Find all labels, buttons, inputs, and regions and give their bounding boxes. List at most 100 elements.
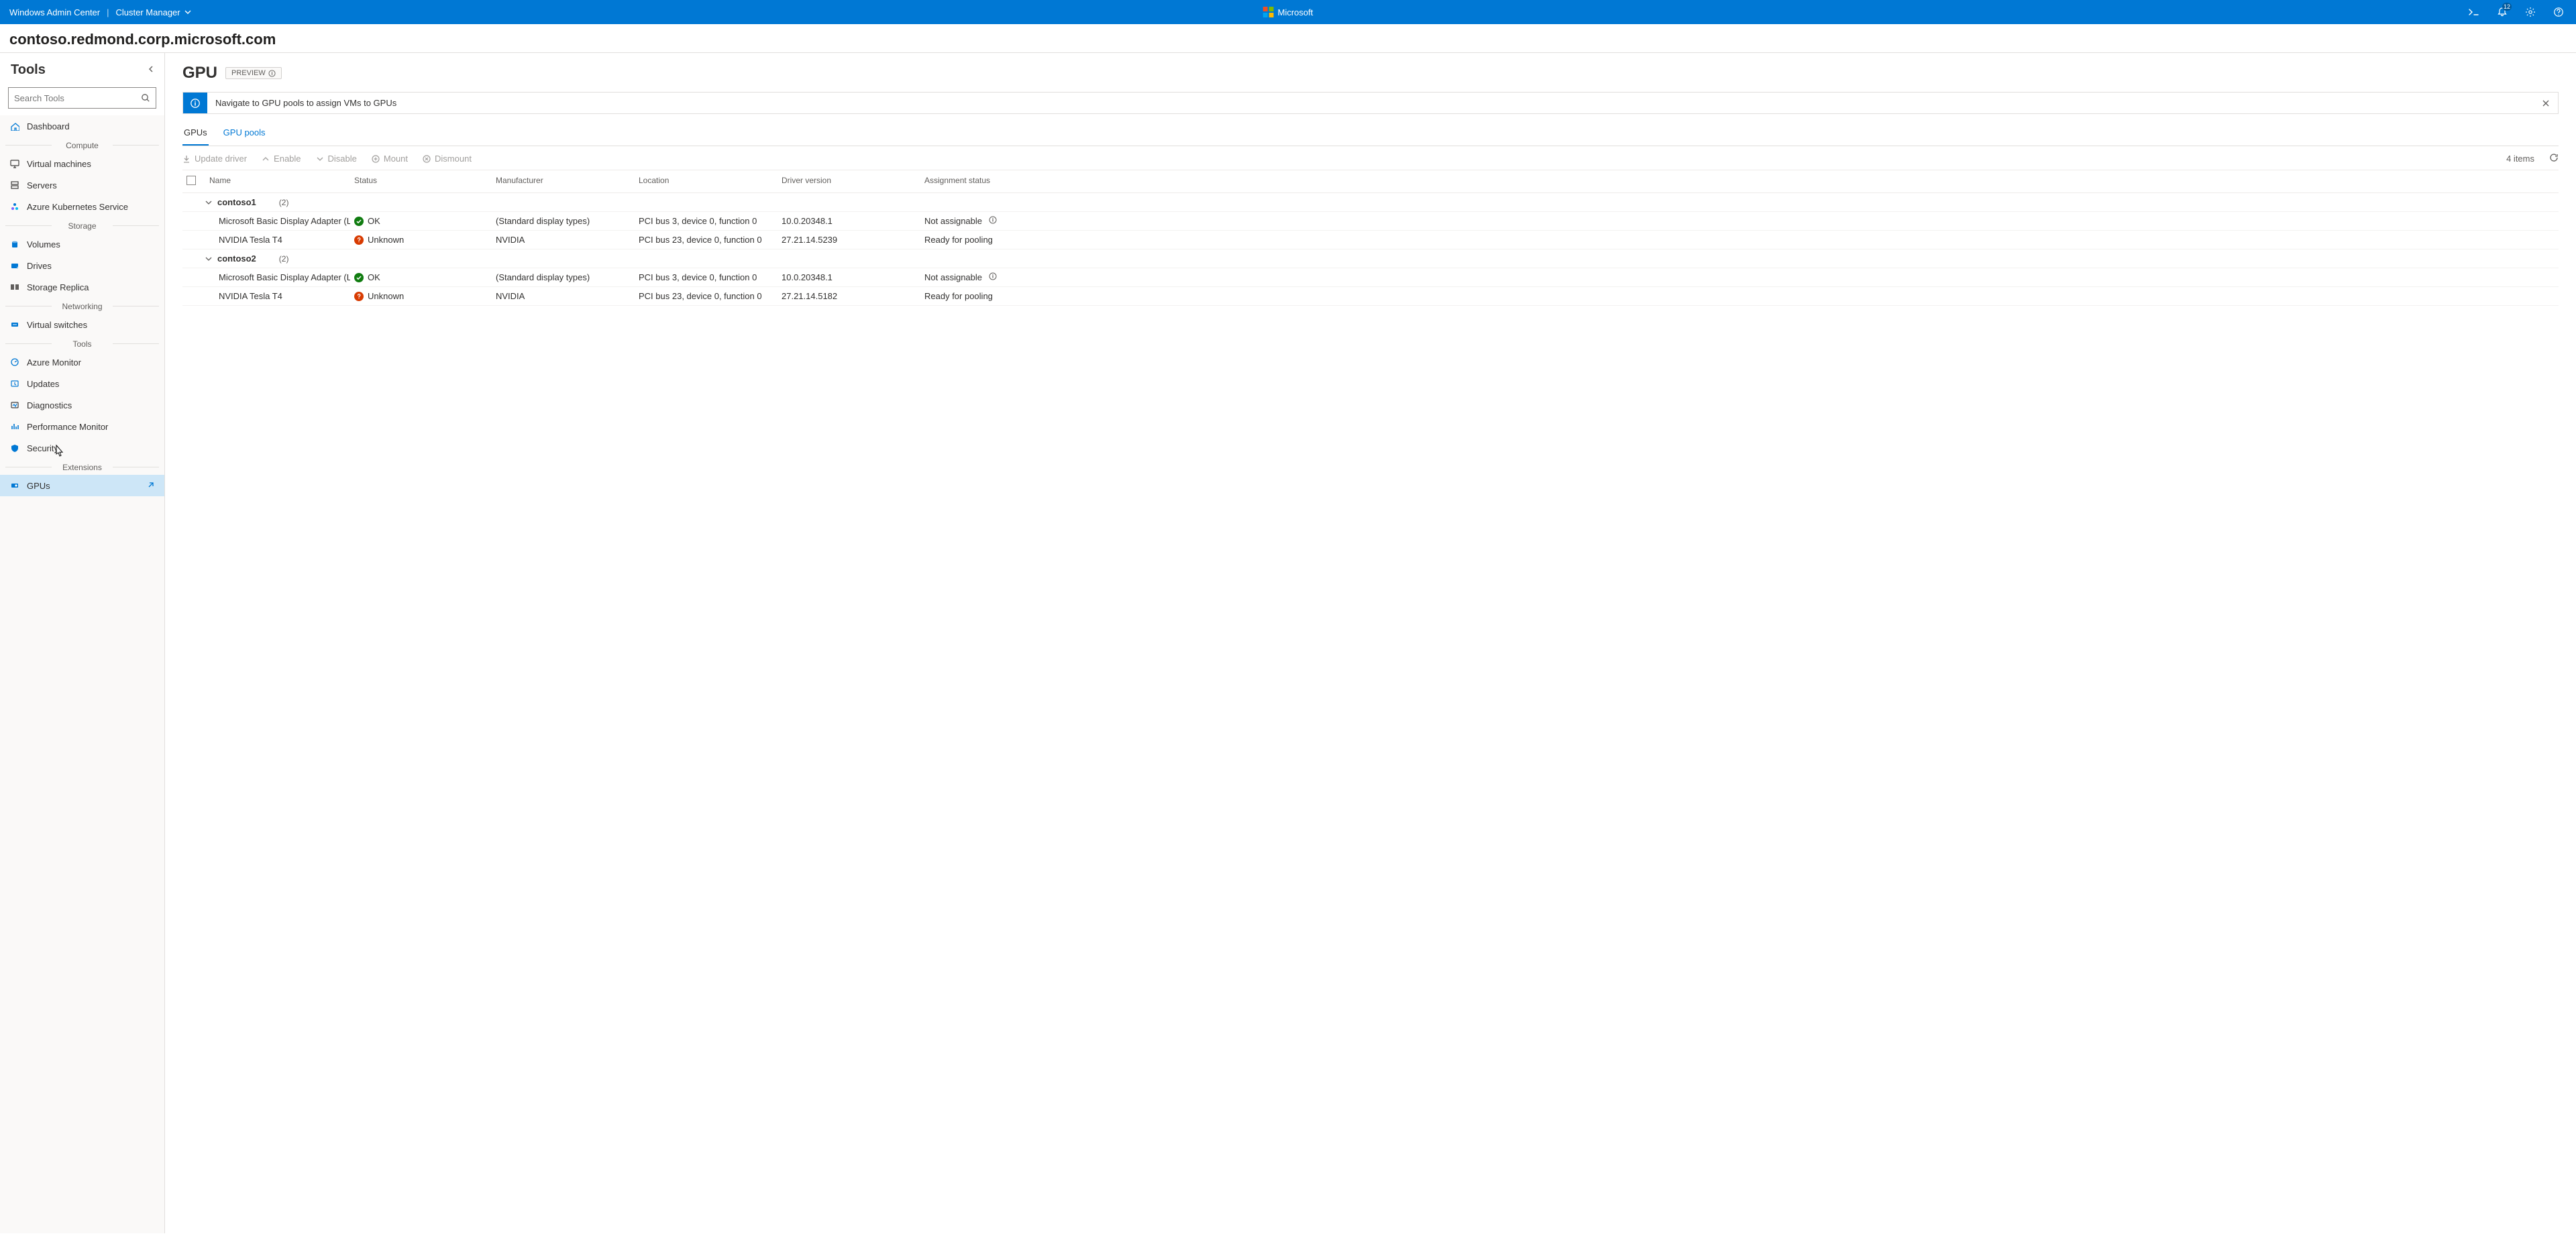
sidebar-item-vswitch[interactable]: Virtual switches	[0, 314, 164, 335]
center-brand-text: Microsoft	[1278, 7, 1313, 17]
product-name[interactable]: Windows Admin Center	[9, 7, 100, 17]
context-picker[interactable]: Cluster Manager	[116, 7, 191, 17]
group-row[interactable]: contoso2 (2)	[182, 249, 2559, 268]
separator: |	[107, 7, 109, 17]
sidebar-item-label: Virtual switches	[27, 320, 87, 330]
sidebar-item-updates[interactable]: Updates	[0, 373, 164, 394]
info-icon	[268, 70, 276, 77]
cmd-update-driver[interactable]: Update driver	[182, 154, 247, 164]
aks-icon	[9, 201, 20, 212]
top-bar: Windows Admin Center | Cluster Manager M…	[0, 0, 2576, 24]
col-name[interactable]: Name	[205, 174, 350, 188]
sidebar-item-drives[interactable]: Drives	[0, 255, 164, 276]
cell-driver: 10.0.20348.1	[777, 268, 920, 286]
sidebar-section-label: Storage	[0, 217, 164, 233]
table-row[interactable]: NVIDIA Tesla T4UnknownNVIDIAPCI bus 23, …	[182, 287, 2559, 306]
cell-assign: Ready for pooling	[920, 287, 2559, 305]
sidebar-item-vms[interactable]: Virtual machines	[0, 153, 164, 174]
info-icon[interactable]	[989, 216, 997, 226]
sidebar-item-aks[interactable]: Azure Kubernetes Service	[0, 196, 164, 217]
info-banner-icon	[183, 93, 207, 113]
perf-icon	[9, 421, 20, 432]
group-name: contoso2	[217, 254, 256, 264]
cell-name: NVIDIA Tesla T4	[205, 287, 350, 305]
select-all-checkbox[interactable]	[186, 176, 196, 185]
vm-icon	[9, 158, 20, 169]
sidebar-item-gpus[interactable]: GPUs	[0, 475, 164, 496]
sidebar-item-label: Azure Monitor	[27, 357, 81, 368]
cmd-dismount[interactable]: Dismount	[423, 154, 472, 164]
sidebar-item-label: Volumes	[27, 239, 60, 249]
notifications-button[interactable]: 12	[2494, 4, 2510, 20]
diag-icon	[9, 400, 20, 410]
group-count: (2)	[279, 254, 289, 264]
help-button[interactable]	[2551, 4, 2567, 20]
tools-sidebar: Tools DashboardComputeVirtual machinesSe…	[0, 53, 165, 1233]
cell-location: PCI bus 3, device 0, function 0	[635, 268, 777, 286]
tab-gpu-pools[interactable]: GPU pools	[222, 121, 267, 146]
chevron-up-icon	[262, 155, 270, 163]
cell-status: OK	[350, 212, 492, 230]
close-circle-icon	[423, 155, 431, 163]
cell-assign: Not assignable	[920, 212, 2559, 230]
sidebar-item-label: Drives	[27, 261, 52, 271]
settings-button[interactable]	[2522, 4, 2538, 20]
sidebar-item-perfmon[interactable]: Performance Monitor	[0, 416, 164, 437]
cell-manufacturer: NVIDIA	[492, 231, 635, 249]
download-icon	[182, 155, 191, 163]
sidebar-item-label: Dashboard	[27, 121, 70, 131]
table-row[interactable]: Microsoft Basic Display Adapter (Low Res…	[182, 268, 2559, 287]
info-banner-close[interactable]	[2534, 93, 2558, 113]
drive-icon	[9, 260, 20, 271]
col-location[interactable]: Location	[635, 174, 777, 188]
refresh-button[interactable]	[2549, 153, 2559, 164]
sidebar-item-volumes[interactable]: Volumes	[0, 233, 164, 255]
cell-location: PCI bus 3, device 0, function 0	[635, 212, 777, 230]
home-icon	[9, 121, 20, 131]
cmd-disable[interactable]: Disable	[316, 154, 357, 164]
gpu-grid: Name Status Manufacturer Location Driver…	[182, 170, 2559, 306]
search-tools-input[interactable]	[8, 87, 156, 109]
sidebar-item-security[interactable]: Security	[0, 437, 164, 459]
sidebar-item-storage-replica[interactable]: Storage Replica	[0, 276, 164, 298]
cloud-shell-button[interactable]	[2466, 4, 2482, 20]
col-assign[interactable]: Assignment status	[920, 174, 2559, 188]
cell-name: Microsoft Basic Display Adapter (Low Res…	[205, 268, 350, 286]
notification-badge: 12	[2502, 3, 2512, 11]
sidebar-item-label: Virtual machines	[27, 159, 91, 169]
col-manufacturer[interactable]: Manufacturer	[492, 174, 635, 188]
status-unknown-icon	[354, 235, 364, 245]
sidebar-item-label: Storage Replica	[27, 282, 89, 292]
tab-gpus[interactable]: GPUs	[182, 121, 209, 146]
sidebar-item-servers[interactable]: Servers	[0, 174, 164, 196]
sidebar-item-label: Performance Monitor	[27, 422, 108, 432]
cell-manufacturer: (Standard display types)	[492, 268, 635, 286]
chevron-down-icon	[205, 256, 212, 262]
shield-icon	[9, 443, 20, 453]
sidebar-item-dashboard[interactable]: Dashboard	[0, 115, 164, 137]
sidebar-item-azure-monitor[interactable]: Azure Monitor	[0, 351, 164, 373]
cmd-mount[interactable]: Mount	[372, 154, 408, 164]
table-row[interactable]: Microsoft Basic Display Adapter (Low Res…	[182, 212, 2559, 231]
info-icon[interactable]	[989, 272, 997, 282]
search-tools-field[interactable]	[14, 93, 141, 103]
cell-status: OK	[350, 268, 492, 286]
group-row[interactable]: contoso1(2)	[182, 193, 2559, 212]
chevron-down-icon	[316, 155, 324, 163]
info-banner: Navigate to GPU pools to assign VMs to G…	[182, 92, 2559, 114]
center-brand: Microsoft	[1263, 7, 1313, 17]
cell-location: PCI bus 23, device 0, function 0	[635, 231, 777, 249]
gpu-icon	[9, 480, 20, 491]
plus-circle-icon	[372, 155, 380, 163]
external-link-icon	[147, 481, 155, 491]
chevron-down-icon	[184, 9, 191, 15]
sidebar-section-label: Networking	[0, 298, 164, 314]
table-row[interactable]: NVIDIA Tesla T4UnknownNVIDIAPCI bus 23, …	[182, 231, 2559, 249]
col-status[interactable]: Status	[350, 174, 492, 188]
col-driver[interactable]: Driver version	[777, 174, 920, 188]
cell-status: Unknown	[350, 287, 492, 305]
cmd-enable[interactable]: Enable	[262, 154, 301, 164]
collapse-sidebar-button[interactable]	[147, 65, 155, 75]
sidebar-item-diagnostics[interactable]: Diagnostics	[0, 394, 164, 416]
cell-assign: Ready for pooling	[920, 231, 2559, 249]
